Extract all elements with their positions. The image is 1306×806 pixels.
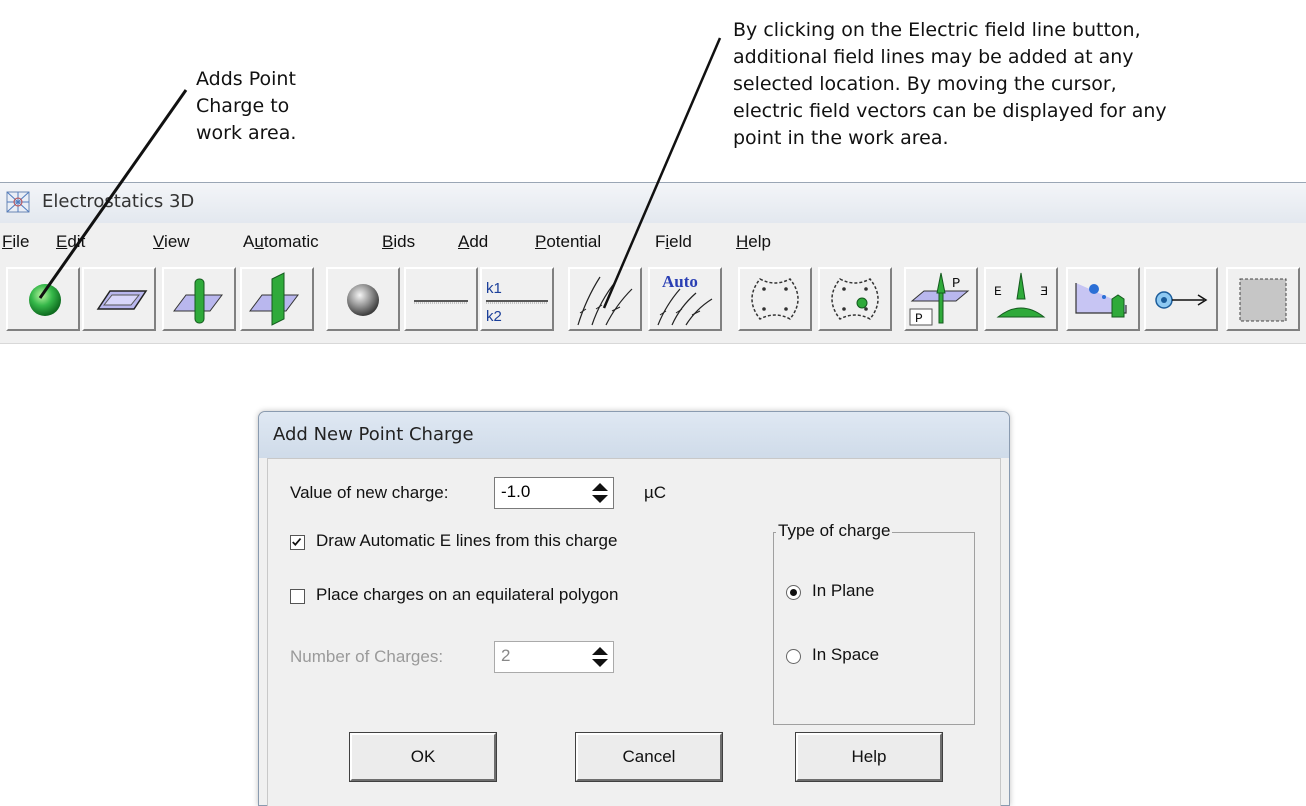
dialog-body: Value of new charge: µC Draw Automatic E… — [267, 458, 1001, 806]
menu-bids[interactable]: Bids — [382, 232, 415, 252]
number-of-charges-label: Number of Charges: — [290, 647, 444, 666]
k2-label: k2 — [486, 308, 502, 325]
selection-box-icon — [1239, 278, 1287, 322]
menu-add[interactable]: Add — [458, 232, 488, 252]
menu-automatic[interactable]: Automatic — [243, 232, 319, 252]
draw-auto-lines-label[interactable]: Draw Automatic E lines from this charge — [316, 531, 617, 551]
e-label-mirror: E — [1040, 284, 1048, 299]
annotation-line: By clicking on the Electric field line b… — [733, 19, 1141, 41]
polygon-outline-button[interactable] — [738, 267, 812, 331]
menu-potential[interactable]: Potential — [535, 232, 601, 252]
annotation-line: electric field vectors can be displayed … — [733, 100, 1167, 122]
add-charged-plane-button[interactable] — [240, 267, 314, 331]
annotation-field-lines: By clicking on the Electric field line b… — [733, 17, 1167, 152]
auto-field-lines-icon: Auto — [657, 272, 713, 326]
in-space-radio[interactable] — [786, 649, 801, 664]
point-charge-icon — [29, 284, 61, 316]
particle-move-button[interactable] — [1066, 267, 1140, 331]
charge-arrow-icon — [1155, 291, 1208, 309]
charge-value-label: Value of new charge: — [290, 483, 449, 502]
auto-field-lines-button[interactable]: Auto — [648, 267, 722, 331]
menu-bar: File Edit View Automatic Bids Add Potent… — [0, 223, 1306, 263]
check-icon — [292, 538, 302, 546]
charge-value-spinner[interactable] — [494, 477, 614, 509]
add-plane-button[interactable] — [82, 267, 156, 331]
menu-file[interactable]: File — [2, 232, 29, 252]
polygon-outline-icon — [751, 278, 799, 320]
particle-move-icon — [1075, 283, 1127, 318]
annotation-line: additional field lines may be added at a… — [733, 46, 1134, 68]
p-label-bottom: P — [915, 311, 923, 326]
in-space-label[interactable]: In Space — [812, 645, 879, 665]
field-plane-icon: E E — [994, 272, 1048, 318]
k1-label: k1 — [486, 280, 502, 297]
auto-label: Auto — [662, 272, 698, 291]
equilateral-polygon-label[interactable]: Place charges on an equilateral polygon — [316, 585, 618, 605]
field-plane-button[interactable]: E E — [984, 267, 1058, 331]
line-charge-icon — [173, 278, 223, 324]
charge-arrow-button[interactable] — [1144, 267, 1218, 331]
help-button[interactable]: Help — [795, 732, 943, 782]
toolbar: k1 k2 Auto P P E E — [0, 263, 1306, 344]
plane-icon — [96, 290, 148, 310]
potential-plane-button[interactable]: P P — [904, 267, 978, 331]
dialog-titlebar[interactable]: Add New Point Charge — [259, 412, 1009, 458]
annotation-line: Adds Point — [196, 68, 296, 90]
menu-edit[interactable]: Edit — [56, 232, 85, 252]
menu-view[interactable]: View — [153, 232, 190, 252]
polygon-charges-icon — [831, 278, 879, 320]
menu-help[interactable]: Help — [736, 232, 771, 252]
app-icon — [6, 191, 30, 213]
annotation-line: Charge to — [196, 95, 290, 117]
charge-type-group — [773, 532, 975, 725]
annotation-line: selected location. By moving the cursor, — [733, 73, 1117, 95]
annotation-line: work area. — [196, 122, 297, 144]
ok-button[interactable]: OK — [349, 732, 497, 782]
radio-dot-icon — [790, 589, 797, 596]
dielectric-k1-k2-icon: k1 k2 — [486, 280, 548, 325]
charge-unit: µC — [644, 483, 667, 502]
spinner-arrows-icon[interactable] — [589, 480, 611, 506]
field-lines-button[interactable] — [568, 267, 642, 331]
menu-field[interactable]: Field — [655, 232, 692, 252]
add-line-button[interactable] — [404, 267, 478, 331]
potential-plane-icon: P P — [909, 272, 970, 326]
e-label: E — [994, 284, 1002, 299]
charge-type-group-label: Type of charge — [776, 521, 893, 541]
charge-value-input[interactable] — [499, 481, 583, 503]
in-plane-radio[interactable] — [786, 585, 801, 600]
draw-auto-lines-checkbox[interactable] — [290, 535, 305, 550]
sphere-icon — [347, 284, 379, 316]
spinner-arrows-icon[interactable] — [589, 644, 611, 670]
add-dielectric-button[interactable]: k1 k2 — [480, 267, 554, 331]
cancel-button[interactable]: Cancel — [575, 732, 723, 782]
line-icon — [414, 300, 468, 304]
charged-plane-icon — [249, 272, 299, 326]
dialog-title: Add New Point Charge — [273, 424, 474, 445]
number-of-charges-spinner[interactable] — [494, 641, 614, 673]
window-title: Electrostatics 3D — [42, 191, 195, 212]
add-point-charge-dialog: Add New Point Charge Value of new charge… — [258, 411, 1010, 806]
equilateral-polygon-checkbox[interactable] — [290, 589, 305, 604]
window-titlebar[interactable]: Electrostatics 3D — [0, 182, 1306, 223]
selection-box-button[interactable] — [1226, 267, 1300, 331]
polygon-charges-button[interactable] — [818, 267, 892, 331]
field-lines-icon — [577, 276, 633, 326]
add-point-charge-button[interactable] — [6, 267, 80, 331]
number-of-charges-input[interactable] — [499, 645, 583, 667]
annotation-line: point in the work area. — [733, 127, 949, 149]
add-sphere-button[interactable] — [326, 267, 400, 331]
p-label-top: P — [952, 276, 960, 292]
in-plane-label[interactable]: In Plane — [812, 581, 874, 601]
annotation-add-point-charge: Adds Point Charge to work area. — [196, 66, 296, 147]
add-line-charge-button[interactable] — [162, 267, 236, 331]
